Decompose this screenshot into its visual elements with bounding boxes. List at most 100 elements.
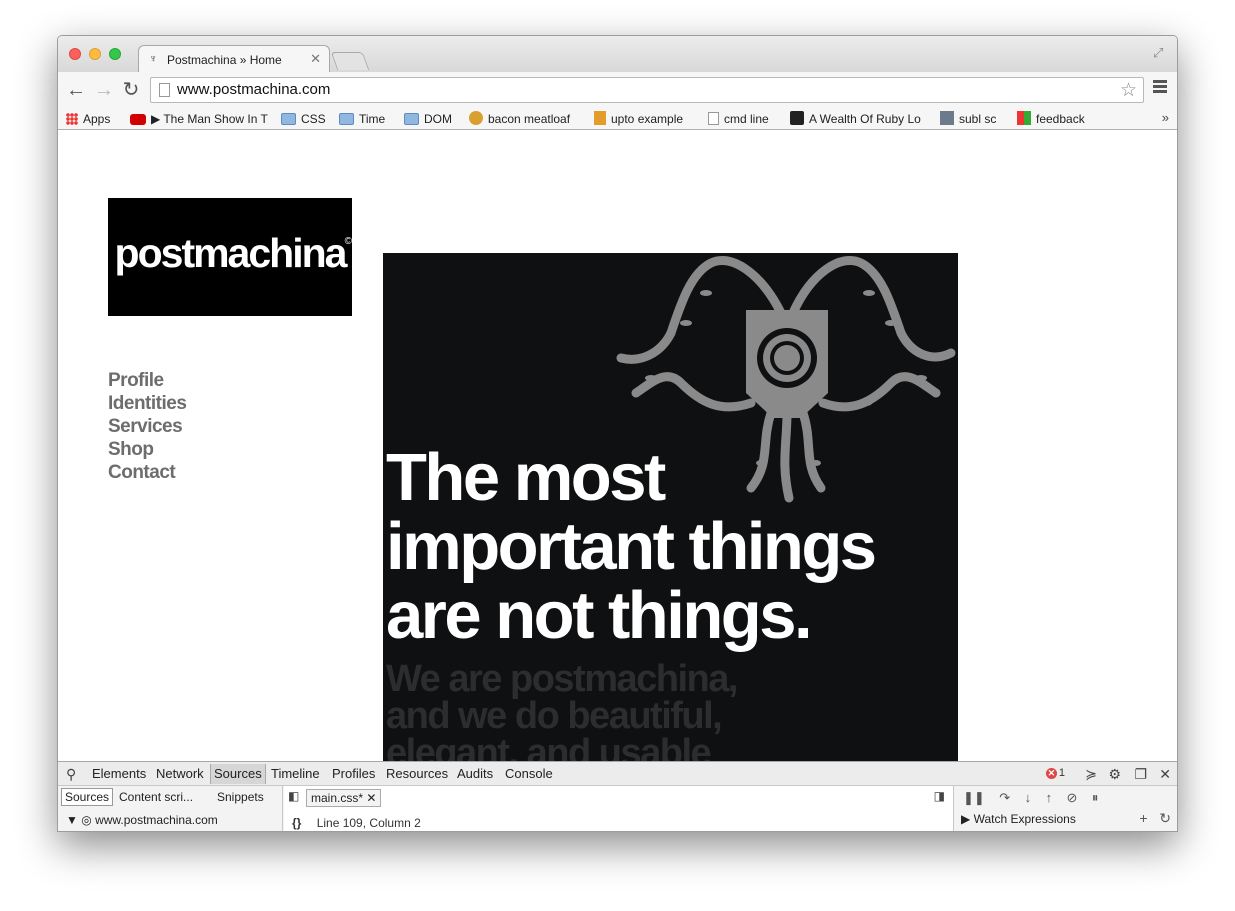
bookmark-cmd-line[interactable]: cmd line (708, 110, 769, 128)
add-watch-icon[interactable]: + (1139, 810, 1147, 826)
forward-icon[interactable]: → (92, 78, 116, 102)
search-icon[interactable]: ⚲ (66, 766, 76, 783)
step-into-icon[interactable]: ↓ (1025, 790, 1032, 805)
back-icon[interactable]: ← (64, 78, 88, 102)
bookmark-subl-sc[interactable]: subl sc (940, 110, 996, 128)
bookmark-star-icon[interactable]: ☆ (1120, 79, 1137, 102)
page-content: postmachina © Profile Identities Service… (58, 131, 1177, 761)
bookmark-label: Time (359, 112, 386, 126)
bookmarks-overflow-button[interactable]: » (1162, 110, 1169, 125)
deactivate-breakpoints-icon[interactable]: ⊘ (1067, 790, 1078, 805)
expand-triangle-icon[interactable]: ▼ (66, 813, 78, 827)
title-bar: ♆ Postmachina » Home ✕ ⤢ (58, 36, 1177, 73)
watch-controls: + ↻ (1139, 810, 1171, 827)
zoom-window-button[interactable] (109, 48, 121, 60)
tab-timeline[interactable]: Timeline (271, 766, 320, 781)
site-navigation: Profile Identities Services Shop Contact (108, 369, 187, 484)
close-devtools-icon[interactable]: ✕ (1159, 766, 1171, 783)
bookmark-wealth-of-ruby[interactable]: A Wealth Of Ruby Lo (790, 110, 921, 128)
error-count: 1 (1058, 767, 1065, 779)
fullscreen-icon[interactable]: ⤢ (1153, 45, 1167, 60)
reload-icon[interactable]: ↻ (119, 78, 143, 102)
hero-headline-line: The most (386, 440, 666, 515)
tab-sources[interactable]: Sources (210, 764, 266, 784)
address-bar[interactable]: www.postmachina.com ☆ (150, 77, 1144, 103)
subtab-snippets[interactable]: Snippets (217, 790, 264, 804)
nav-link-shop[interactable]: Shop (108, 438, 186, 461)
tab-console[interactable]: Console (505, 766, 553, 781)
bookmark-css[interactable]: CSS (281, 110, 326, 128)
error-count-badge[interactable]: ✕ 1 (1045, 767, 1065, 779)
tree-item-domain[interactable]: ▼ ◎ www.postmachina.com (66, 813, 218, 827)
hero-headline: The most important things are not things… (386, 440, 877, 653)
pause-icon[interactable]: ❚❚ (963, 790, 985, 805)
expand-triangle-icon: ▶ (961, 812, 971, 826)
colorful-icon (1017, 111, 1031, 125)
tab-audits[interactable]: Audits (457, 766, 493, 781)
folder-icon (281, 113, 296, 125)
bookmark-time[interactable]: Time (339, 110, 385, 128)
pretty-print-icon[interactable]: {} (292, 816, 301, 830)
pause-on-exceptions-icon[interactable]: ⏸ (1092, 790, 1099, 805)
hero-banner: The most important things are not things… (383, 253, 958, 761)
subtab-sources[interactable]: Sources (61, 788, 114, 806)
tab-elements[interactable]: Elements (92, 766, 146, 781)
console-drawer-icon[interactable]: ≽ (1085, 766, 1097, 783)
toggle-navigator-icon[interactable]: ◧ (288, 789, 299, 803)
bookmark-dom[interactable]: DOM (404, 110, 452, 128)
grid-icon (940, 111, 954, 125)
youtube-icon (130, 114, 146, 125)
bookmark-label: ▶ The Man Show In T (151, 112, 268, 126)
bookmark-label: bacon meatloaf (488, 112, 571, 126)
debugger-controls: ❚❚ ↷ ↓ ↑ ⊘ ⏸ (963, 790, 1098, 806)
nav-link-identities[interactable]: Identities (108, 392, 187, 415)
bookmark-label: CSS (301, 112, 326, 126)
folder-icon (339, 113, 354, 125)
bookmark-apps[interactable]: Apps (66, 110, 110, 128)
file-tab-main-css[interactable]: main.css* ✕ (306, 789, 382, 807)
tab-resources[interactable]: Resources (386, 766, 448, 781)
close-file-icon[interactable]: ✕ (366, 791, 376, 805)
document-icon (708, 112, 719, 125)
bookmark-feedback[interactable]: feedback (1017, 110, 1085, 128)
nav-link-contact[interactable]: Contact (108, 461, 186, 484)
tab-title: Postmachina » Home (167, 53, 282, 67)
menu-icon[interactable] (1153, 80, 1167, 95)
tab-close-icon[interactable]: ✕ (310, 51, 321, 67)
site-icon (790, 111, 804, 125)
dock-icon[interactable]: ❐ (1134, 766, 1147, 783)
step-over-icon[interactable]: ↷ (999, 790, 1010, 805)
error-icon: ✕ (1045, 768, 1057, 779)
subtab-content-scripts[interactable]: Content scri... (119, 790, 193, 804)
nav-link-services[interactable]: Services (108, 415, 186, 438)
settings-gear-icon[interactable]: ⚙ (1108, 766, 1121, 783)
url-text[interactable]: www.postmachina.com (177, 81, 330, 98)
hero-headline-line: are not things. (386, 578, 813, 653)
site-favicon-icon: ♆ (149, 53, 158, 65)
devtools-panel: ⚲ Elements Network Sources Timeline Prof… (58, 761, 1177, 831)
toggle-debugger-icon[interactable]: ◨ (934, 789, 945, 803)
bookmark-label: upto example (611, 112, 684, 126)
site-logo[interactable]: postmachina © (108, 198, 352, 316)
bookmark-label: feedback (1036, 112, 1085, 126)
close-window-button[interactable] (69, 48, 81, 60)
bookmark-label: cmd line (724, 112, 769, 126)
watch-expressions-header[interactable]: ▶ Watch Expressions (961, 812, 1076, 826)
refresh-watch-icon[interactable]: ↻ (1159, 810, 1171, 826)
tab-network[interactable]: Network (156, 766, 204, 781)
bookmark-bacon-meatloaf[interactable]: bacon meatloaf (469, 110, 570, 128)
bookmark-upto-example[interactable]: upto example (594, 110, 683, 128)
step-out-icon[interactable]: ↑ (1046, 790, 1053, 805)
browser-toolbar: ← → ↻ www.postmachina.com ☆ (58, 72, 1177, 108)
bookmarks-bar: Apps ▶ The Man Show In T CSS Time DOM ba… (58, 108, 1177, 130)
minimize-window-button[interactable] (89, 48, 101, 60)
logo-text: postmachina (114, 230, 348, 276)
tab-profiles[interactable]: Profiles (332, 766, 375, 781)
browser-tab[interactable]: ♆ Postmachina » Home ✕ (138, 45, 330, 73)
bookmark-label: A Wealth Of Ruby Lo (809, 112, 921, 126)
watch-expressions-label: Watch Expressions (973, 812, 1076, 826)
editor-pane: ◧ main.css* ✕ ◨ {} Line 109, Column 2 (284, 786, 954, 831)
new-tab-button[interactable] (330, 52, 370, 70)
bookmark-man-show[interactable]: ▶ The Man Show In T (130, 110, 268, 128)
nav-link-profile[interactable]: Profile (108, 369, 186, 392)
